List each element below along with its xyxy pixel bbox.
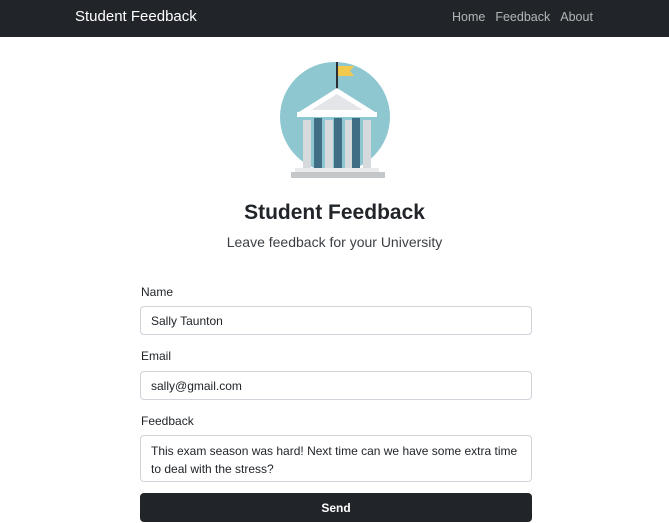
name-input[interactable] (140, 306, 532, 335)
navbar: Student Feedback Home Feedback About (0, 0, 669, 37)
name-label: Name (141, 285, 174, 299)
page-subtitle: Leave feedback for your University (226, 234, 443, 250)
send-button[interactable]: Send (140, 493, 532, 522)
page-title: Student Feedback (244, 201, 425, 224)
email-label: Email (141, 349, 172, 363)
feedback-label: Feedback (141, 414, 194, 428)
nav-link-about[interactable]: About (560, 9, 593, 25)
nav-links: Home Feedback About (452, 9, 593, 25)
email-input[interactable] (140, 371, 532, 400)
nav-link-home[interactable]: Home (452, 9, 485, 25)
nav-link-feedback[interactable]: Feedback (495, 9, 550, 25)
university-building-icon (280, 62, 390, 178)
navbar-brand[interactable]: Student Feedback (75, 7, 197, 27)
feedback-textarea[interactable]: This exam season was hard! Next time can… (140, 435, 532, 482)
